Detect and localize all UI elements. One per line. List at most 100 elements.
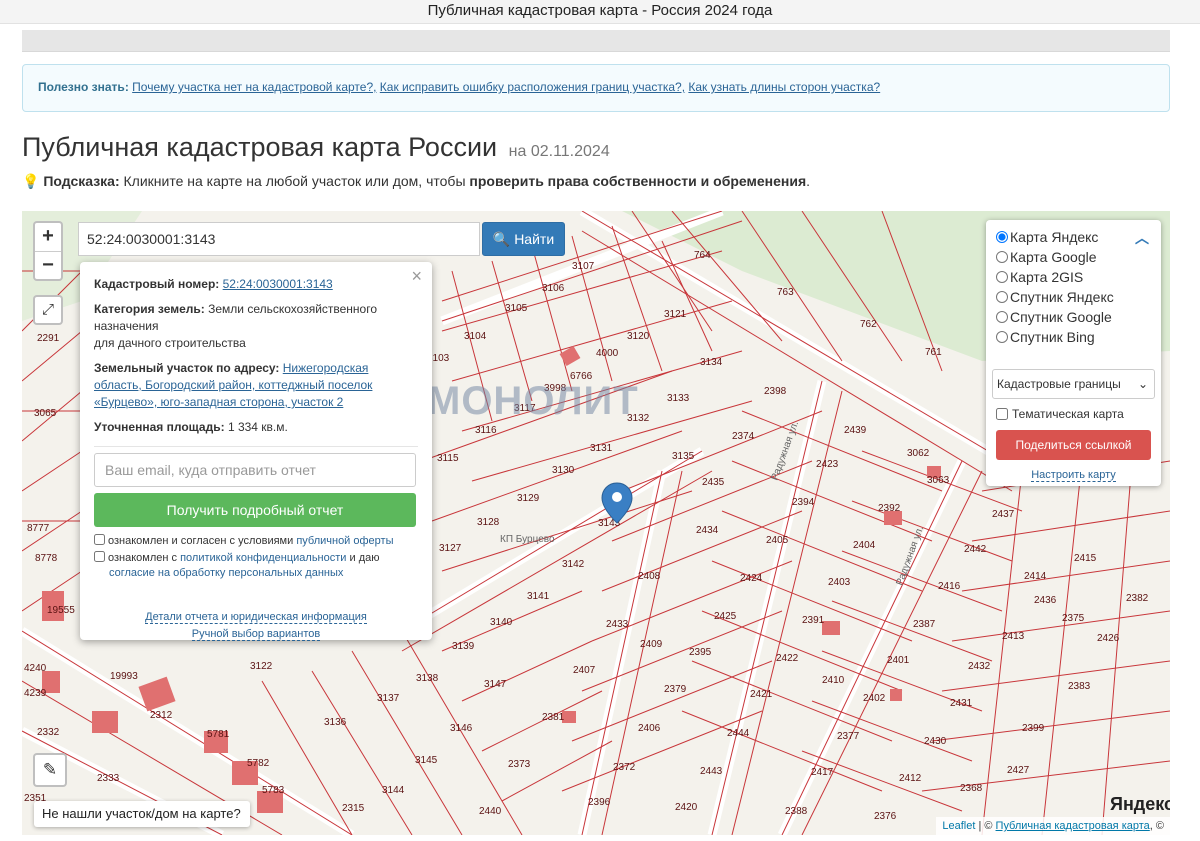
cadastral-map[interactable]: 764 763 762 761 3107 3106 3105 3104 3103 3121 3120… (22, 211, 1170, 835)
parcel-number-label[interactable]: 763 (777, 287, 794, 298)
leaflet-link[interactable]: Leaflet (942, 820, 975, 832)
get-report-button[interactable]: Получить подробный отчет (94, 493, 416, 527)
parcel-number-label[interactable]: 8778 (35, 553, 58, 564)
parcel-number-label[interactable]: 5783 (262, 785, 285, 796)
parcel-number-label[interactable]: 2375 (1062, 613, 1085, 624)
parcel-number-label[interactable]: 2402 (863, 693, 886, 704)
manual-selection-link[interactable]: Ручной выбор вариантов (191, 628, 321, 641)
parcel-number-label[interactable]: 2377 (837, 731, 860, 742)
parcel-number-label[interactable]: 2404 (853, 540, 876, 551)
info-link-side-lengths[interactable]: Как узнать длины сторон участка? (688, 80, 880, 94)
parcel-number-label[interactable]: 3146 (450, 723, 473, 734)
parcel-number-label[interactable]: 2406 (638, 723, 661, 734)
public-offer-link[interactable]: публичной оферты (296, 535, 393, 547)
parcel-number-label[interactable]: 3130 (552, 465, 575, 476)
measure-button[interactable]: ✎ (33, 753, 67, 787)
parcel-number-label[interactable]: 2431 (950, 698, 973, 709)
parcel-number-label[interactable]: 2387 (913, 619, 936, 630)
zoom-in-button[interactable]: + (35, 223, 61, 251)
cadastral-source-link[interactable]: Публичная кадастровая карта (996, 820, 1150, 832)
layer-option[interactable]: Карта Яндекс (996, 227, 1151, 247)
fullscreen-button[interactable]: ⤢ (33, 295, 63, 325)
parcel-number-label[interactable]: 3136 (324, 717, 347, 728)
parcel-number-label[interactable]: 2444 (727, 728, 750, 739)
cadastral-number-link[interactable]: 52:24:0030001:3143 (223, 277, 333, 291)
parcel-number-label[interactable]: 3107 (572, 261, 595, 272)
parcel-number-label[interactable]: 3135 (672, 451, 695, 462)
parcel-number-label[interactable]: 4240 (24, 663, 47, 674)
close-icon[interactable]: × (411, 267, 422, 285)
parcel-number-label[interactable]: 2398 (764, 386, 787, 397)
parcel-number-label[interactable]: 764 (694, 250, 711, 261)
parcel-number-label[interactable]: 3065 (34, 408, 57, 419)
parcel-number-label[interactable]: 2388 (785, 806, 808, 817)
not-found-button[interactable]: Не нашли участок/дом на карте? (34, 801, 250, 827)
chevron-up-icon[interactable]: ︿ (1135, 228, 1149, 248)
location-pin-icon[interactable] (600, 481, 634, 525)
layer-select[interactable]: Кадастровые границы ⌄ (992, 369, 1155, 399)
parcel-number-label[interactable]: 2417 (811, 767, 834, 778)
parcel-number-label[interactable]: 3106 (542, 283, 565, 294)
parcel-number-label[interactable]: 2383 (1068, 681, 1091, 692)
offer-checkbox[interactable] (94, 534, 105, 545)
layer-radio[interactable] (996, 251, 1008, 263)
parcel-number-label[interactable]: 3133 (667, 393, 690, 404)
layer-radio[interactable] (996, 331, 1008, 343)
parcel-number-label[interactable]: 2424 (740, 573, 763, 584)
parcel-number-label[interactable]: 2432 (968, 661, 991, 672)
parcel-number-label[interactable]: 2422 (776, 653, 799, 664)
parcel-number-label[interactable]: 2443 (700, 766, 723, 777)
data-processing-link[interactable]: согласие на обработку персональных данны… (109, 567, 343, 579)
parcel-number-label[interactable]: 2434 (696, 525, 719, 536)
parcel-number-label[interactable]: 2439 (844, 425, 867, 436)
parcel-number-label[interactable]: 3115 (437, 453, 459, 464)
parcel-number-label[interactable]: 3147 (484, 679, 507, 690)
report-details-link[interactable]: Детали отчета и юридическая информация (145, 611, 367, 624)
parcel-number-label[interactable]: 3104 (464, 331, 487, 342)
parcel-number-label[interactable]: 3121 (664, 309, 687, 320)
parcel-number-label[interactable]: 2433 (606, 619, 629, 630)
parcel-number-label[interactable]: 2376 (874, 811, 897, 822)
parcel-number-label[interactable]: 2401 (887, 655, 910, 666)
parcel-number-label[interactable]: 3120 (627, 331, 650, 342)
parcel-number-label[interactable]: 2426 (1097, 633, 1120, 644)
parcel-number-label[interactable]: 3129 (517, 493, 540, 504)
parcel-number-label[interactable]: 2399 (1022, 723, 1045, 734)
parcel-number-label[interactable]: 3139 (452, 641, 475, 652)
layer-radio[interactable] (996, 231, 1008, 243)
parcel-number-label[interactable]: 2392 (878, 503, 901, 514)
share-link-button[interactable]: Поделиться ссылкой (996, 430, 1151, 460)
parcel-number-label[interactable]: 3131 (590, 443, 613, 454)
parcel-number-label[interactable]: 3145 (415, 755, 438, 766)
parcel-number-label[interactable]: 2414 (1024, 571, 1047, 582)
parcel-number-label[interactable]: 2409 (640, 639, 663, 650)
parcel-number-label[interactable]: 3144 (382, 785, 405, 796)
parcel-number-label[interactable]: 4000 (596, 348, 619, 359)
parcel-number-label[interactable]: 2374 (732, 431, 755, 442)
parcel-number-label[interactable]: 2427 (1007, 765, 1030, 776)
parcel-number-label[interactable]: 2437 (992, 509, 1015, 520)
parcel-number-label[interactable]: 2405 (766, 535, 789, 546)
parcel-number-label[interactable]: 2396 (588, 797, 611, 808)
find-button[interactable]: 🔍 Найти (482, 222, 565, 256)
parcel-number-label[interactable]: 3063 (927, 475, 950, 486)
parcel-number-label[interactable]: 2407 (573, 665, 596, 676)
layer-option[interactable]: Карта 2GIS (996, 267, 1151, 287)
parcel-number-label[interactable]: 3134 (700, 357, 723, 368)
info-link-missing-parcel[interactable]: Почему участка нет на кадастровой карте?… (132, 80, 376, 94)
parcel-number-label[interactable]: 2436 (1034, 595, 1057, 606)
parcel-number-label[interactable]: 2312 (150, 710, 173, 721)
parcel-number-label[interactable]: 3105 (505, 303, 528, 314)
parcel-number-label[interactable]: 3137 (377, 693, 400, 704)
parcel-number-label[interactable]: 2440 (479, 806, 502, 817)
parcel-number-label[interactable]: 2372 (613, 762, 636, 773)
layer-radio[interactable] (996, 291, 1008, 303)
parcel-number-label[interactable]: 2395 (689, 647, 712, 658)
parcel-number-label[interactable]: 8777 (27, 523, 50, 534)
layer-option[interactable]: Спутник Google (996, 307, 1151, 327)
parcel-number-label[interactable]: 2332 (37, 727, 60, 738)
parcel-number-label[interactable]: 2315 (342, 803, 365, 814)
parcel-number-label[interactable]: 5782 (247, 758, 270, 769)
parcel-number-label[interactable]: 761 (925, 347, 942, 358)
parcel-number-label[interactable]: 3141 (527, 591, 550, 602)
